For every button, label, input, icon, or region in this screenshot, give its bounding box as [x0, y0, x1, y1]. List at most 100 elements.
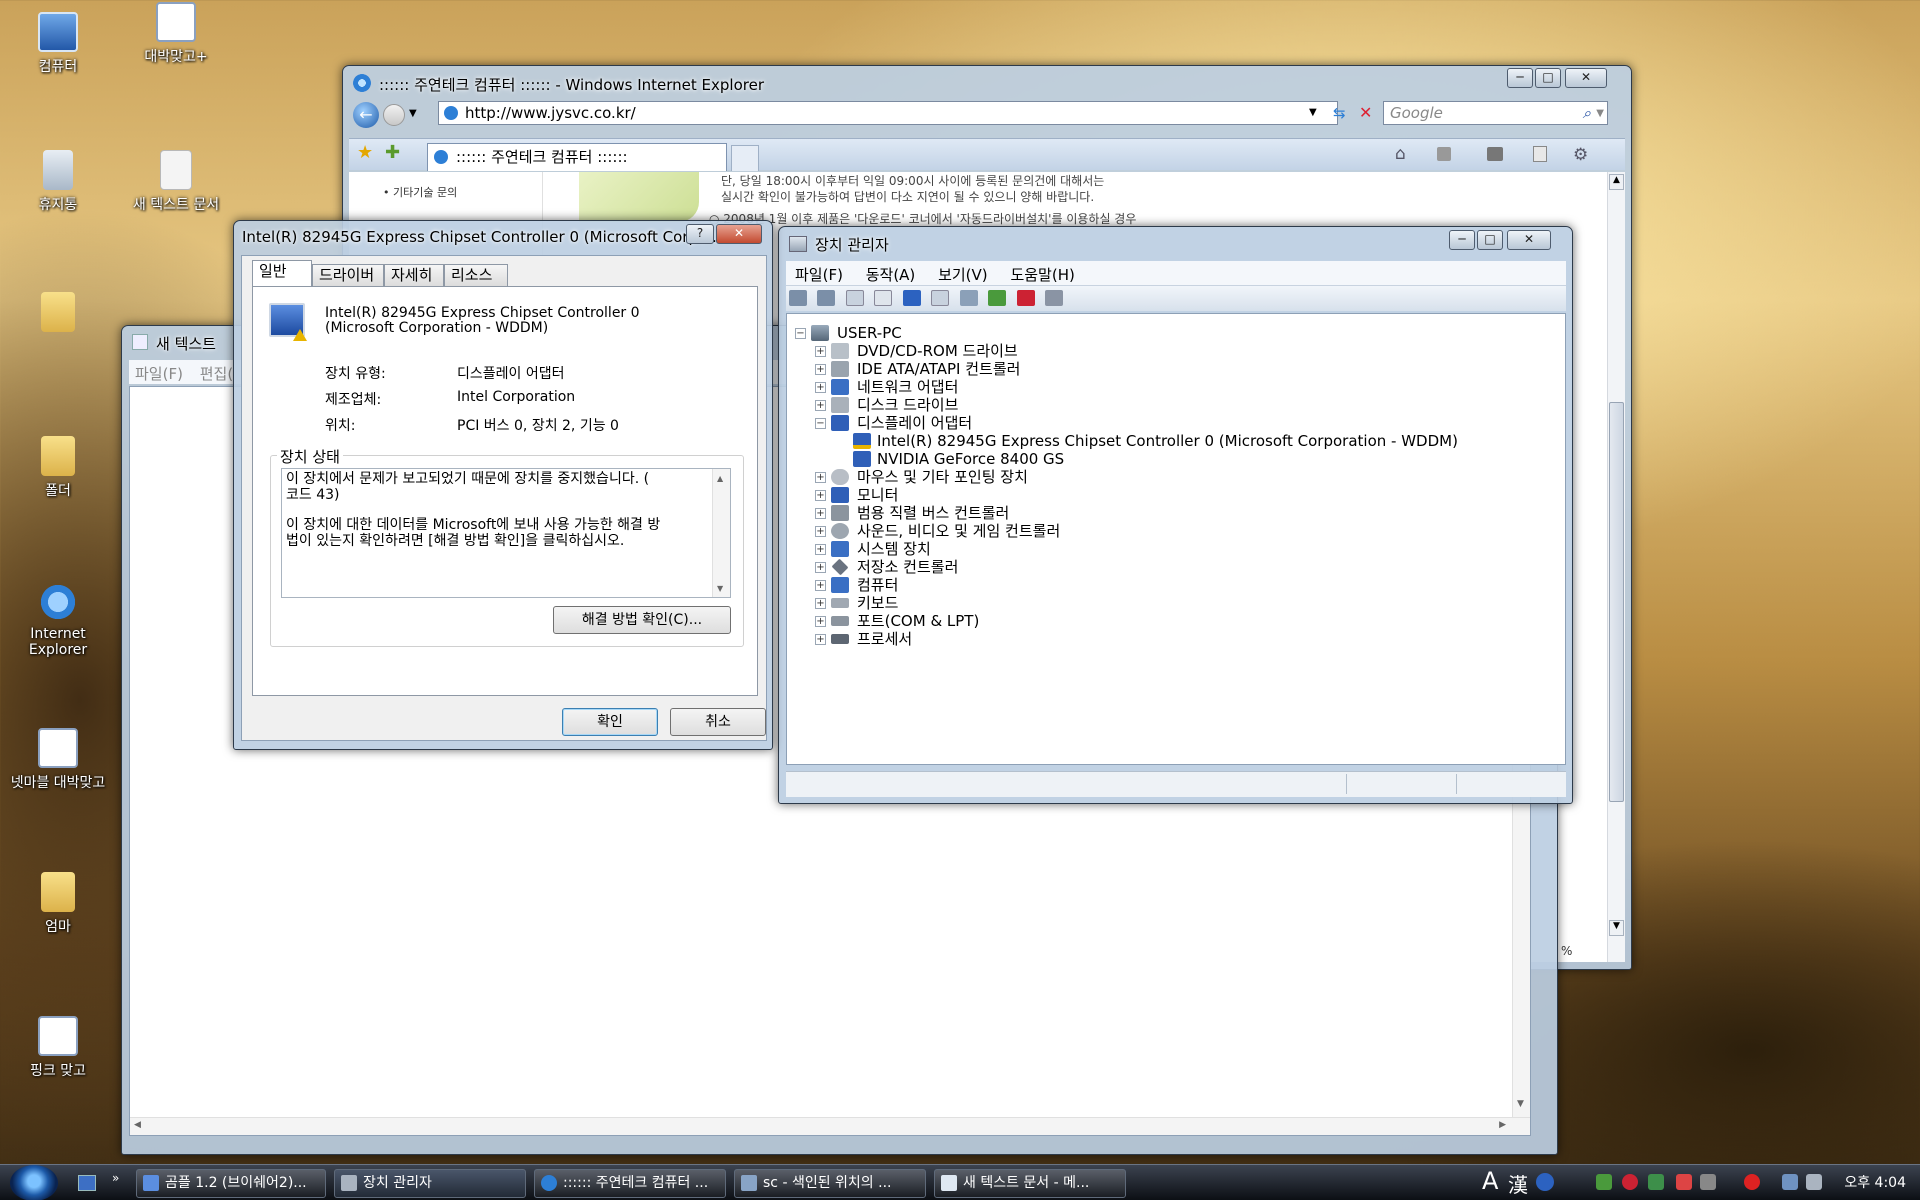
ime-mode-a[interactable]: A [1482, 1167, 1498, 1195]
scroll-up-icon[interactable]: ▲ [1609, 174, 1624, 190]
collapse-icon[interactable]: − [815, 418, 826, 429]
tab-jysvc[interactable]: :::::: 주연테크 컴퓨터 :::::: [427, 143, 727, 171]
expand-icon[interactable]: + [815, 400, 826, 411]
dm-menu-view[interactable]: 보기(V) [929, 261, 997, 288]
task-indexed-locations[interactable]: sc - 색인된 위치의 ... [734, 1169, 926, 1198]
tray-security-icon[interactable] [1596, 1174, 1612, 1190]
view-icon[interactable] [931, 290, 950, 306]
zoom-level[interactable]: % [1561, 944, 1572, 958]
cancel-button[interactable]: 취소 [670, 708, 766, 736]
address-dropdown-icon[interactable]: ▼ [1309, 107, 1317, 118]
forward-button[interactable] [383, 104, 405, 126]
dm-minimize-button[interactable]: ─ [1449, 230, 1475, 250]
desktop-icon-new-text-document[interactable]: 새 텍스트 문서 [118, 150, 234, 214]
ok-button[interactable]: 확인 [562, 708, 658, 736]
show-desktop-icon[interactable] [78, 1175, 96, 1191]
desktop-icon-computer[interactable]: 컴퓨터 [0, 12, 116, 76]
update-driver-icon[interactable] [988, 290, 1007, 306]
desktop-icon-mom-folder[interactable]: 엄마 [0, 872, 116, 936]
expand-icon[interactable]: + [815, 580, 826, 591]
properties-close-button[interactable]: ✕ [716, 224, 762, 244]
add-favorites-icon[interactable]: ✚ [385, 142, 400, 163]
expand-icon[interactable]: + [815, 472, 826, 483]
expand-icon[interactable]: + [815, 616, 826, 627]
expand-icon[interactable]: + [815, 544, 826, 555]
uninstall-icon[interactable] [1016, 290, 1035, 306]
desktop-icon-internet-explorer[interactable]: Internet Explorer [0, 582, 116, 658]
dm-menu-action[interactable]: 동작(A) [857, 261, 925, 288]
desktop-icon-pink-matgo[interactable]: 핑크 맞고 [0, 1016, 116, 1080]
tray-shield-icon[interactable] [1744, 1174, 1760, 1190]
search-input[interactable]: Google ⌕ ▼ [1383, 101, 1608, 125]
expand-icon[interactable]: + [815, 364, 826, 375]
back-button[interactable]: ← [353, 102, 379, 128]
dm-menu-file[interactable]: 파일(F) [786, 261, 852, 288]
device-tree[interactable]: − USER-PC + DVD/CD-ROM 드라이브 + IDE ATA/AT… [786, 313, 1566, 765]
ie-maximize-button[interactable]: □ [1535, 68, 1561, 88]
stop-icon[interactable]: ✕ [1359, 103, 1372, 122]
expand-icon[interactable]: + [815, 382, 826, 393]
device-properties-dialog[interactable]: Intel(R) 82945G Express Chipset Controll… [233, 220, 773, 750]
history-dropdown-icon[interactable]: ▼ [409, 108, 417, 119]
expand-icon[interactable]: + [815, 490, 826, 501]
scroll-thumb[interactable] [1609, 402, 1624, 802]
tray-update-icon[interactable] [1648, 1174, 1664, 1190]
dm-close-button[interactable]: ✕ [1507, 230, 1551, 250]
ie-minimize-button[interactable]: ─ [1507, 68, 1533, 88]
tray-antivirus-icon[interactable] [1622, 1174, 1638, 1190]
task-notepad[interactable]: 새 텍스트 문서 - 메... [934, 1169, 1126, 1198]
check-solution-button[interactable]: 해결 방법 확인(C)... [553, 606, 731, 634]
expand-icon[interactable]: + [815, 562, 826, 573]
tray-network-icon[interactable] [1782, 1174, 1798, 1190]
status-scrollbar[interactable]: ▲ ▼ [712, 469, 730, 597]
scroll-right-icon[interactable]: ▶ [1499, 1120, 1506, 1130]
new-tab-button[interactable] [731, 145, 759, 171]
address-bar[interactable]: http://www.jysvc.co.kr/ [438, 101, 1338, 125]
scroll-down-icon[interactable]: ▼ [1517, 1099, 1524, 1109]
desktop-icon-recycle-bin[interactable]: 휴지통 [0, 150, 116, 214]
page-menu-icon[interactable] [1533, 146, 1547, 162]
scroll-up-icon[interactable]: ▲ [717, 471, 723, 487]
home-icon[interactable]: ⌂ [1395, 144, 1406, 164]
task-device-manager[interactable]: 장치 관리자 [334, 1169, 526, 1198]
scroll-left-icon[interactable]: ◀ [134, 1120, 141, 1130]
desktop-icon-folder-unnamed[interactable] [0, 292, 116, 336]
ime-help-icon[interactable] [1536, 1173, 1554, 1191]
properties-icon[interactable] [874, 290, 893, 306]
task-gomplayer[interactable]: 곰플 1.2 (브이쉐어2)... [136, 1169, 326, 1198]
properties-help-button[interactable]: ? [686, 224, 714, 244]
disable-device-icon[interactable] [1045, 290, 1064, 306]
expand-icon[interactable]: + [815, 526, 826, 537]
ie-close-button[interactable]: ✕ [1565, 68, 1607, 88]
tree-item-processors[interactable]: + 프로세서 [815, 628, 912, 650]
task-internet-explorer[interactable]: :::::: 주연테크 컴퓨터 ... [534, 1169, 726, 1198]
show-hide-tree-icon[interactable] [845, 290, 864, 306]
help-icon[interactable] [902, 290, 921, 306]
desktop-icon-folder[interactable]: 폴더 [0, 436, 116, 500]
tools-gear-icon[interactable]: ⚙ [1573, 145, 1588, 165]
dm-menu-help[interactable]: 도움말(H) [1001, 261, 1083, 288]
tray-alert-icon[interactable] [1676, 1174, 1692, 1190]
sidebar-link-other-tech[interactable]: • 기타기술 문의 [383, 184, 457, 200]
desktop-icon-netmarble-matgo[interactable]: 넷마블 대박맞고 [0, 728, 116, 792]
notepad-hscroll[interactable]: ◀ ▶ [130, 1117, 1530, 1135]
refresh-icon[interactable]: ⇆ [1333, 104, 1346, 122]
expand-icon[interactable]: + [815, 634, 826, 645]
search-dropdown-icon[interactable]: ▼ [1596, 103, 1604, 125]
tab-general[interactable]: 일반 [252, 260, 312, 287]
tab-resources[interactable]: 리소스 [444, 264, 508, 286]
search-icon[interactable]: ⌕ [1583, 102, 1591, 124]
expand-icon[interactable]: + [815, 598, 826, 609]
tab-driver[interactable]: 드라이버 [312, 264, 384, 286]
tray-app-icon[interactable] [1700, 1174, 1716, 1190]
feeds-icon[interactable] [1437, 147, 1451, 161]
tray-volume-icon[interactable] [1806, 1174, 1822, 1190]
dm-maximize-button[interactable]: □ [1477, 230, 1503, 250]
start-button[interactable] [10, 1165, 58, 1200]
device-status-textbox[interactable]: 이 장치에서 문제가 보고되었기 때문에 장치를 중지했습니다. ( 코드 43… [281, 468, 731, 598]
notepad-menu-file[interactable]: 파일(F) [129, 360, 189, 387]
ime-mode-hanja[interactable]: 漢 [1508, 1169, 1528, 1198]
tab-details[interactable]: 자세히 [384, 264, 444, 286]
favorites-star-icon[interactable]: ★ [357, 142, 373, 163]
back-arrow-icon[interactable] [789, 290, 807, 306]
